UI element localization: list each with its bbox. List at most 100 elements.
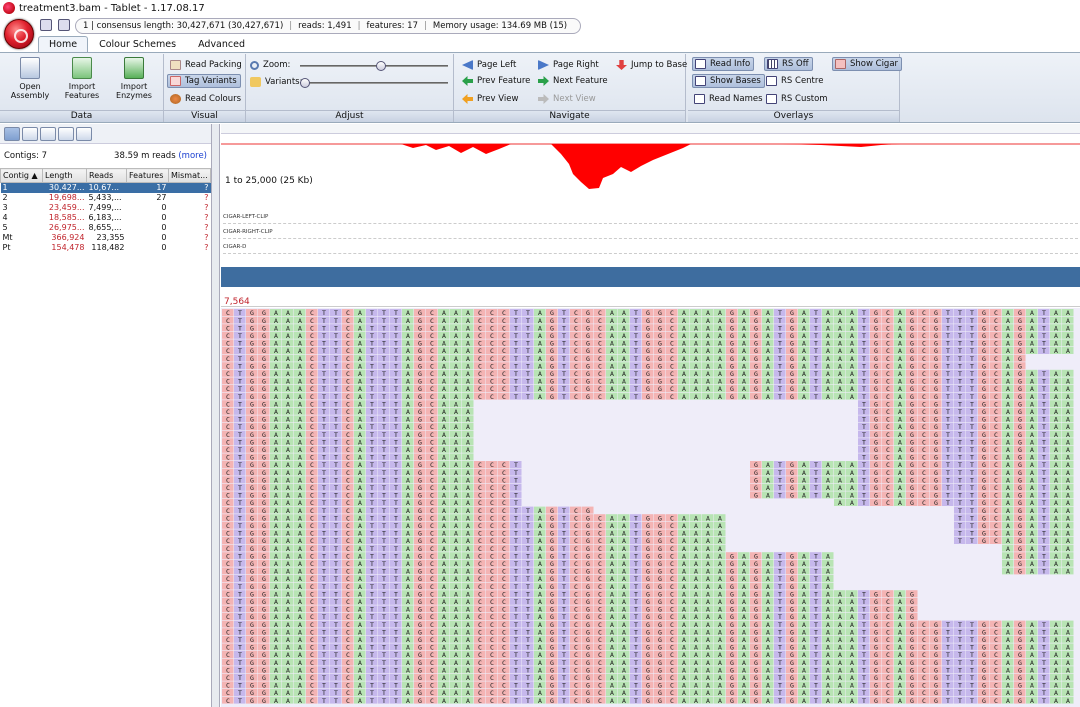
open-assembly-label: Open Assembly (10, 82, 50, 100)
column-header-reads[interactable]: Reads (86, 168, 127, 183)
base-letter: C (886, 499, 890, 507)
base-letter: A (1006, 568, 1010, 576)
visual-group: Read Packing Tag Variants Read Colours V… (164, 54, 246, 122)
contig-features: 0 (161, 203, 167, 212)
contig-features: 0 (161, 223, 167, 232)
base-letter: A (838, 393, 842, 401)
features-tab-icon[interactable] (40, 126, 56, 141)
tag-variants-button[interactable]: Tag Variants (167, 74, 241, 88)
prev-view-button[interactable]: Prev View (460, 92, 521, 106)
contig-features: 0 (161, 213, 167, 222)
base-letter: A (766, 393, 770, 401)
column-header-mismatches[interactable]: Mismat... (168, 168, 211, 183)
search-tab-icon[interactable] (76, 126, 92, 141)
show-bases-icon (695, 76, 706, 86)
tab-home[interactable]: Home (38, 36, 89, 52)
colour-tab-icon[interactable] (58, 126, 74, 141)
table-row[interactable]: 3 23,459... 7,499,... 0? (1, 203, 211, 213)
column-header-features[interactable]: Features (126, 168, 169, 183)
read-info-button[interactable]: Read Info (692, 57, 755, 71)
next-feature-icon (538, 76, 549, 86)
variants-label-wrap: Variants: (248, 75, 305, 89)
next-view-button[interactable]: Next View (536, 92, 599, 106)
navigate-group-label: Navigate (454, 110, 685, 122)
overview-scroll-track[interactable] (221, 124, 1080, 134)
base-letter: A (850, 393, 854, 401)
import-features-button[interactable]: Import Features (60, 57, 104, 100)
filter-tab-icon[interactable] (22, 126, 38, 141)
more-link[interactable]: (more) (178, 151, 207, 161)
base-letter: A (682, 393, 686, 401)
next-feature-label: Next Feature (553, 76, 608, 86)
cigar-left-clip-track[interactable]: CIGAR-LEFT-CLIP (223, 210, 1078, 224)
table-row[interactable]: 2 19,698... 5,433,... 27? (1, 193, 211, 203)
read-colours-button[interactable]: Read Colours (168, 92, 244, 106)
variants-slider-knob[interactable] (300, 78, 310, 88)
tab-colour-schemes[interactable]: Colour Schemes (88, 36, 187, 52)
contig-mismatch: ? (204, 243, 209, 252)
column-header-length[interactable]: Length (42, 168, 87, 183)
table-row[interactable]: 5 26,975... 8,655,... 0? (1, 223, 211, 233)
contig-features: 27 (156, 193, 167, 202)
show-bases-button[interactable]: Show Bases (692, 74, 765, 88)
save-icon[interactable] (58, 19, 70, 31)
zoom-slider[interactable] (300, 61, 448, 71)
contig-reads: 7,499,... (88, 203, 122, 212)
read-names-button[interactable]: Read Names (692, 92, 766, 106)
contig-features: 0 (161, 233, 167, 242)
base-letter: T (514, 393, 518, 401)
base-letter: A (1054, 347, 1058, 355)
panel-splitter[interactable] (212, 124, 220, 707)
table-row[interactable]: 4 18,585... 6,183,... 0? (1, 213, 211, 223)
base-letter: T (778, 492, 782, 500)
table-row[interactable]: Mt 366,924 23,355 0? (1, 233, 211, 243)
rs-off-button[interactable]: RS Off (764, 57, 813, 71)
open-file-icon[interactable] (40, 19, 52, 31)
variants-slider[interactable] (300, 78, 448, 88)
visible-range: 1 to 25,000 (25 Kb) (225, 176, 313, 186)
overview-coverage-blob-1 (401, 144, 511, 154)
rs-centre-button[interactable]: RS Centre (764, 74, 826, 88)
cigar-d-track[interactable]: CIGAR-D (223, 240, 1078, 254)
base-letter: A (742, 393, 746, 401)
jump-to-base-button[interactable]: Jump to Base (614, 58, 690, 72)
column-header-contig[interactable]: Contig ▲ (0, 168, 43, 183)
contigs-tab-icon[interactable] (4, 126, 20, 141)
page-right-icon (538, 60, 549, 70)
panel-toolbar (0, 124, 211, 144)
show-cigar-button[interactable]: Show Cigar (832, 57, 903, 71)
import-enzymes-button[interactable]: Import Enzymes (112, 57, 156, 100)
adjust-group-label: Adjust (246, 110, 453, 122)
title-bar: treatment3.bam - Tablet - 1.17.08.17 (0, 0, 1080, 16)
coverage-overview[interactable] (221, 134, 1080, 192)
read-packing-button[interactable]: Read Packing (168, 58, 245, 72)
reads-canvas[interactable]: CTGGAAACTTCATTTAGCAAACCCTTAGTCGCAATGGCAA… (221, 308, 1080, 707)
table-row[interactable]: Pt 154,478 118,482 0? (1, 243, 211, 253)
open-assembly-button[interactable]: Open Assembly (8, 57, 52, 100)
base-letter: A (826, 492, 830, 500)
base-letter: C (922, 499, 926, 507)
contig-features: 0 (161, 243, 167, 252)
prev-feature-button[interactable]: Prev Feature (460, 74, 533, 88)
contig-name: Pt (2, 243, 11, 252)
base-letter: C (598, 393, 602, 401)
cigar-right-clip-track[interactable]: CIGAR-RIGHT-CLIP (223, 225, 1078, 239)
next-feature-button[interactable]: Next Feature (536, 74, 611, 88)
contig-mismatch: ? (204, 233, 209, 242)
page-left-button[interactable]: Page Left (460, 58, 519, 72)
table-row[interactable]: 1 30,427... 10,67... 17? (0, 182, 211, 193)
base-letter: A (1066, 347, 1070, 355)
tab-advanced[interactable]: Advanced (187, 36, 256, 52)
contig-length: 30,427... (42, 182, 87, 193)
base-letter: A (802, 492, 806, 500)
application-menu-button[interactable] (4, 19, 34, 49)
page-right-button[interactable]: Page Right (536, 58, 602, 72)
status-box: 1 | consensus length: 30,427,671 (30,427… (75, 18, 582, 34)
rs-custom-button[interactable]: RS Custom (764, 92, 831, 106)
read-info-icon (695, 59, 706, 69)
zoom-slider-knob[interactable] (375, 61, 386, 71)
contig-reads: 6,183,... (88, 213, 122, 222)
coverage-bar (221, 267, 1080, 287)
base-letter: G (910, 499, 914, 507)
ribbon-tabs: Home Colour Schemes Advanced (0, 36, 1080, 52)
